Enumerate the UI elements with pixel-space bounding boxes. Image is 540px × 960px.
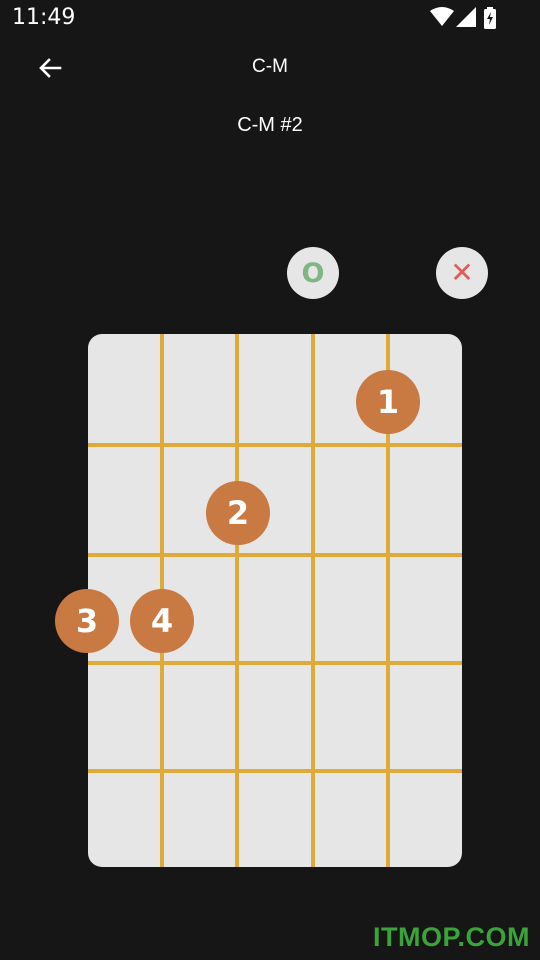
wifi-icon <box>430 7 454 26</box>
finger-dot-2[interactable]: 2 <box>206 481 270 545</box>
finger-dot-3[interactable]: 3 <box>55 589 119 653</box>
finger-dot-4[interactable]: 4 <box>130 589 194 653</box>
app-bar: C-M <box>0 40 540 96</box>
fret-line <box>88 769 462 773</box>
fret-line <box>88 443 462 447</box>
status-bar: 11:49 <box>0 0 540 38</box>
fret-line <box>88 553 462 557</box>
string-line <box>311 334 315 867</box>
string-line <box>235 334 239 867</box>
fret-line <box>88 661 462 665</box>
page-title: C-M <box>252 56 288 77</box>
chord-name: C-M #2 <box>237 114 303 136</box>
battery-charging-icon <box>484 7 496 29</box>
close-icon: ✕ <box>450 256 474 289</box>
finger-dot-1[interactable]: 1 <box>356 370 420 434</box>
signal-icon <box>456 7 476 27</box>
open-string-icon: O <box>301 257 325 289</box>
mute-string-button[interactable]: ✕ <box>436 247 488 299</box>
watermark: ITMOP.COM <box>372 922 530 952</box>
open-string-button[interactable]: O <box>287 247 339 299</box>
status-icons <box>430 7 500 29</box>
status-time: 11:49 <box>12 5 76 30</box>
